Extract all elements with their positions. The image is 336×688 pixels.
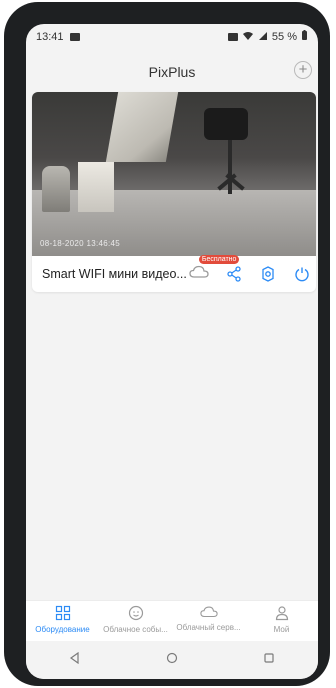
nav-label: Мой: [273, 625, 290, 634]
plus-icon: +: [298, 61, 308, 78]
recents-icon: [263, 651, 275, 669]
share-icon: [226, 266, 242, 282]
bottom-navigation: Оборудование Облачное собы... Облачный с…: [26, 600, 318, 641]
power-icon: [294, 266, 310, 282]
camera-scene-object: [42, 166, 70, 212]
cloud-icon: [199, 605, 218, 621]
phone-screen: 13:41 55 % PixPlus + 08-18-2020 13:46:45…: [26, 24, 318, 679]
battery-percent: 55 %: [271, 31, 297, 43]
home-button[interactable]: [161, 649, 183, 671]
nav-item-equipment[interactable]: Оборудование: [26, 601, 99, 634]
device-actions: Бесплатно: [187, 255, 313, 285]
device-info-row: Smart WIFI мини видео... Бесплатно: [32, 255, 316, 292]
status-right: 55 %: [227, 30, 308, 44]
settings-button[interactable]: [257, 263, 279, 285]
camera-scene-tripod: [228, 140, 232, 194]
camera-scene-device: [204, 108, 248, 140]
nav-label: Облачный серв...: [176, 623, 241, 632]
video-camera-icon: [69, 33, 80, 41]
phone-frame: 13:41 55 % PixPlus + 08-18-2020 13:46:45…: [4, 2, 330, 686]
signal-icon: [258, 31, 268, 44]
back-button[interactable]: [64, 649, 86, 671]
user-icon: [274, 605, 290, 623]
home-icon: [166, 651, 178, 669]
status-time: 13:41: [36, 31, 64, 43]
camera-scene-window: [105, 92, 179, 162]
nfc-icon: [227, 33, 238, 41]
grid-icon: [55, 605, 71, 623]
nav-item-cloud-service[interactable]: Облачный серв...: [172, 601, 245, 632]
battery-icon: [301, 30, 308, 44]
title-bar: PixPlus +: [26, 50, 318, 94]
device-name[interactable]: Smart WIFI мини видео...: [42, 267, 187, 281]
cloud-icon: [189, 265, 209, 284]
page-title: PixPlus: [148, 64, 196, 80]
recents-button[interactable]: [258, 649, 280, 671]
add-device-button[interactable]: +: [294, 61, 312, 79]
settings-icon: [260, 266, 276, 282]
nav-label: Облачное собы...: [103, 625, 168, 634]
status-left: 13:41: [36, 31, 80, 43]
back-icon: [69, 651, 81, 669]
camera-preview[interactable]: 08-18-2020 13:46:45: [32, 92, 316, 256]
share-button[interactable]: [223, 263, 245, 285]
nav-label: Оборудование: [35, 625, 90, 634]
smile-icon: [128, 605, 144, 623]
status-bar: 13:41 55 %: [26, 24, 318, 50]
nav-item-cloud-events[interactable]: Облачное собы...: [99, 601, 172, 634]
free-badge: Бесплатно: [198, 255, 240, 264]
device-card[interactable]: 08-18-2020 13:46:45 Smart WIFI мини виде…: [32, 92, 316, 292]
power-button[interactable]: [291, 263, 313, 285]
camera-scene-box: [78, 162, 114, 212]
camera-timestamp: 08-18-2020 13:46:45: [40, 239, 120, 248]
wifi-icon: [242, 31, 254, 44]
cloud-storage-button[interactable]: Бесплатно: [187, 255, 240, 284]
nav-item-profile[interactable]: Мой: [245, 601, 318, 634]
system-navigation: [26, 641, 318, 679]
